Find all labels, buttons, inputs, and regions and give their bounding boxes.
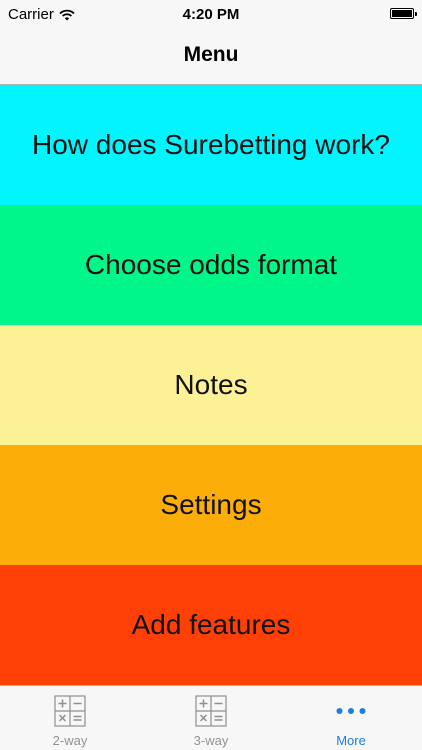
tab-2-way[interactable]: 2-way [0,686,140,750]
menu-item-label: Notes [174,369,248,400]
menu-item-how-surebetting-works[interactable]: How does Surebetting work? [0,85,422,205]
tab-label: 2-way [52,733,88,748]
menu-list: How does Surebetting work? Choose odds f… [0,85,422,685]
tab-label: 3-way [193,733,229,748]
page-title: Menu [183,43,239,66]
navigation-bar: Menu [0,28,422,85]
menu-item-add-features[interactable]: Add features [0,565,422,685]
status-time: 4:20 PM [182,6,240,23]
more-icon [336,708,366,714]
menu-item-notes[interactable]: Notes [0,325,422,445]
tab-3-way[interactable]: 3-way [141,686,281,750]
menu-item-label: How does Surebetting work? [32,129,390,160]
menu-item-label: Choose odds format [84,249,338,280]
menu-item-label: Add features [131,609,291,640]
status-bar: Carrier 4:20 PM [0,0,422,28]
battery-nub [415,12,417,16]
tab-bar: 2-way 3-way More [0,685,422,750]
menu-item-settings[interactable]: Settings [0,445,422,565]
battery-level [392,10,412,17]
calculator-icon [54,695,86,727]
tab-more[interactable]: More [281,686,421,750]
battery-icon [390,8,417,19]
menu-item-label: Settings [160,489,262,520]
menu-item-choose-odds-format[interactable]: Choose odds format [0,205,422,325]
calculator-icon [195,695,227,727]
tab-label: More [336,733,366,748]
